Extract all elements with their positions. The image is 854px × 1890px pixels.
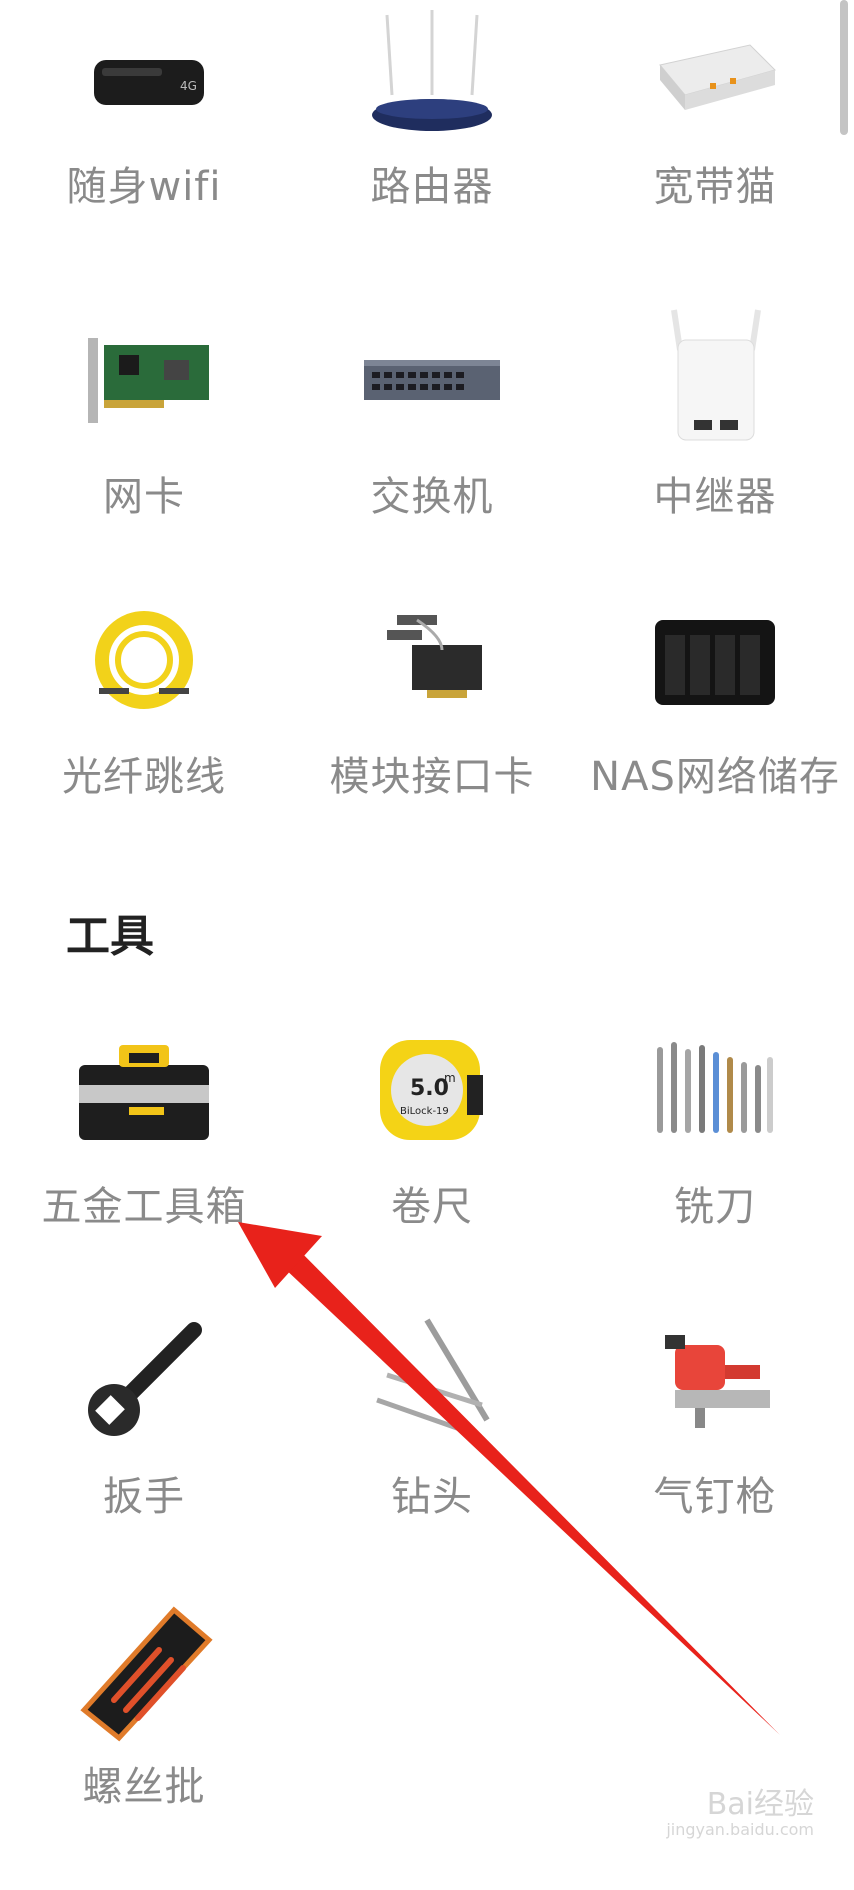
category-item[interactable]: 网卡 <box>0 240 288 530</box>
category-item[interactable]: 宽带猫 <box>576 0 854 240</box>
networking-grid: 4G 随身wifi 路由器 宽带猫 网卡 交换机 中继器 光纤跳线 模块接口卡 … <box>0 0 854 820</box>
usb-wifi-dongle-icon: 4G <box>69 0 219 140</box>
category-item[interactable]: 中继器 <box>576 240 854 530</box>
item-label: 交换机 <box>370 474 494 520</box>
empty-cell <box>576 1600 854 1890</box>
category-item[interactable]: 气钉枪 <box>576 1310 854 1600</box>
item-label: 钻头 <box>391 1474 473 1520</box>
item-label: 铣刀 <box>674 1184 756 1230</box>
category-item[interactable]: 扳手 <box>0 1310 288 1600</box>
category-item[interactable]: 螺丝批 <box>0 1600 288 1890</box>
category-item[interactable]: 模块接口卡 <box>288 530 576 820</box>
tape-measure-icon: 5.0 m BiLock-19 <box>357 1020 507 1160</box>
item-label: 螺丝批 <box>82 1764 206 1810</box>
nail-gun-icon <box>640 1310 790 1450</box>
svg-text:BiLock-19: BiLock-19 <box>400 1106 449 1117</box>
wrench-icon <box>69 1310 219 1450</box>
section-title-tools: 工具 <box>66 911 154 962</box>
category-item[interactable]: 铣刀 <box>576 1020 854 1310</box>
repeater-icon <box>640 309 790 450</box>
item-label: 路由器 <box>370 164 494 210</box>
milling-cutter-icon <box>640 1020 790 1160</box>
item-label: 随身wifi <box>66 164 222 210</box>
item-label: 扳手 <box>103 1474 185 1520</box>
item-label: 网卡 <box>103 474 185 520</box>
toolbox-icon <box>69 1020 219 1160</box>
category-item[interactable]: 五金工具箱 <box>0 1020 288 1310</box>
item-label: 中继器 <box>653 474 777 520</box>
screwdriver-set-icon <box>69 1600 219 1742</box>
category-item[interactable]: 4G 随身wifi <box>0 0 288 240</box>
item-label: 光纤跳线 <box>62 754 226 800</box>
switch-icon <box>357 310 507 450</box>
watermark-brand: Bai经验 <box>706 1787 814 1823</box>
empty-cell <box>288 1600 576 1890</box>
network-card-icon <box>69 310 219 450</box>
item-label: NAS网络储存 <box>590 754 840 800</box>
category-item[interactable]: 交换机 <box>288 240 576 530</box>
category-item[interactable]: 钻头 <box>288 1310 576 1600</box>
fiber-cable-icon <box>69 590 219 730</box>
item-label: 气钉枪 <box>653 1474 777 1520</box>
interface-card-icon <box>357 590 507 730</box>
item-label: 卷尺 <box>391 1184 473 1230</box>
modem-icon <box>640 0 790 140</box>
router-icon <box>357 0 507 140</box>
item-label: 五金工具箱 <box>41 1184 247 1230</box>
category-item[interactable]: NAS网络储存 <box>576 530 854 820</box>
nas-icon <box>640 590 790 730</box>
category-item[interactable]: 光纤跳线 <box>0 530 288 820</box>
category-item[interactable]: 路由器 <box>288 0 576 240</box>
category-item[interactable]: 5.0 m BiLock-19 卷尺 <box>288 1020 576 1310</box>
item-label: 模块接口卡 <box>329 754 535 800</box>
svg-text:m: m <box>444 1071 456 1085</box>
item-label: 宽带猫 <box>653 164 777 210</box>
svg-text:4G: 4G <box>180 79 197 93</box>
watermark-url: jingyan.baidu.com <box>666 1820 814 1840</box>
tools-grid: 五金工具箱 5.0 m BiLock-19 卷尺 铣刀 扳手 钻头 气钉枪 螺丝… <box>0 1020 854 1890</box>
drill-bit-icon <box>357 1310 507 1450</box>
watermark: Bai经验 jingyan.baidu.com <box>666 1788 814 1839</box>
